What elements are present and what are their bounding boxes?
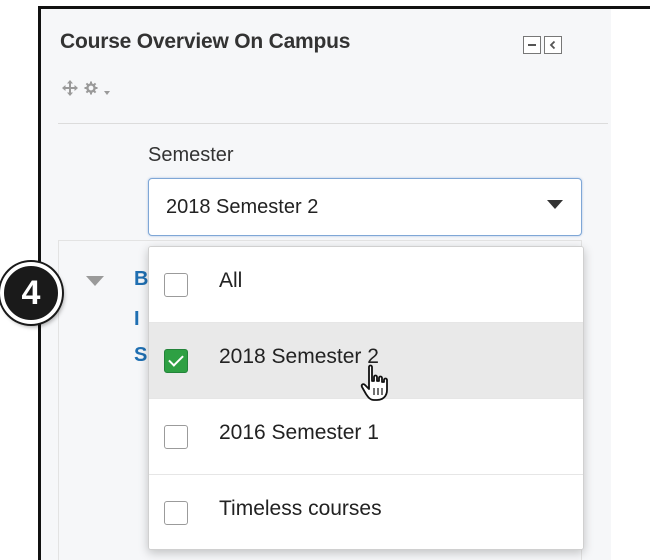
course-title-fragment[interactable]: B — [134, 268, 148, 291]
option-checkbox[interactable] — [164, 501, 188, 525]
collapse-block-icon[interactable] — [523, 36, 541, 54]
option-label: 2016 Semester 1 — [219, 421, 379, 444]
dropdown-option[interactable]: All — [149, 247, 583, 323]
step-callout-badge: 4 — [0, 262, 62, 324]
block-controls — [523, 36, 562, 54]
page-margin — [611, 9, 650, 560]
block-title: Course Overview On Campus — [60, 30, 351, 53]
option-checkbox[interactable] — [164, 425, 188, 449]
caret-down-icon[interactable] — [104, 82, 110, 99]
course-title-fragment[interactable]: S — [134, 344, 148, 367]
gear-icon[interactable] — [84, 81, 98, 99]
chevron-down-icon — [547, 200, 563, 209]
option-checkbox-checked[interactable] — [164, 349, 188, 373]
block-tools — [62, 80, 110, 100]
dropdown-option[interactable]: 2016 Semester 1 — [149, 399, 583, 475]
block-header-divider — [58, 123, 608, 124]
dropdown-option[interactable]: Timeless courses — [149, 475, 583, 549]
option-label: All — [219, 269, 243, 292]
move-icon[interactable] — [62, 80, 78, 100]
dock-block-icon[interactable] — [544, 36, 562, 54]
course-title-fragment[interactable]: I — [134, 308, 148, 331]
hand-pointer-cursor-icon — [360, 364, 388, 401]
option-label: 2018 Semester 2 — [219, 345, 379, 368]
semester-label: Semester — [148, 144, 234, 166]
semester-select-value: 2018 Semester 2 — [166, 196, 319, 218]
semester-select[interactable]: 2018 Semester 2 — [148, 178, 582, 236]
option-label: Timeless courses — [219, 497, 382, 520]
option-checkbox[interactable] — [164, 273, 188, 297]
expand-caret-icon[interactable] — [86, 276, 104, 286]
screenshot-page: Course Overview On Campus Semester 2018 … — [0, 0, 650, 560]
